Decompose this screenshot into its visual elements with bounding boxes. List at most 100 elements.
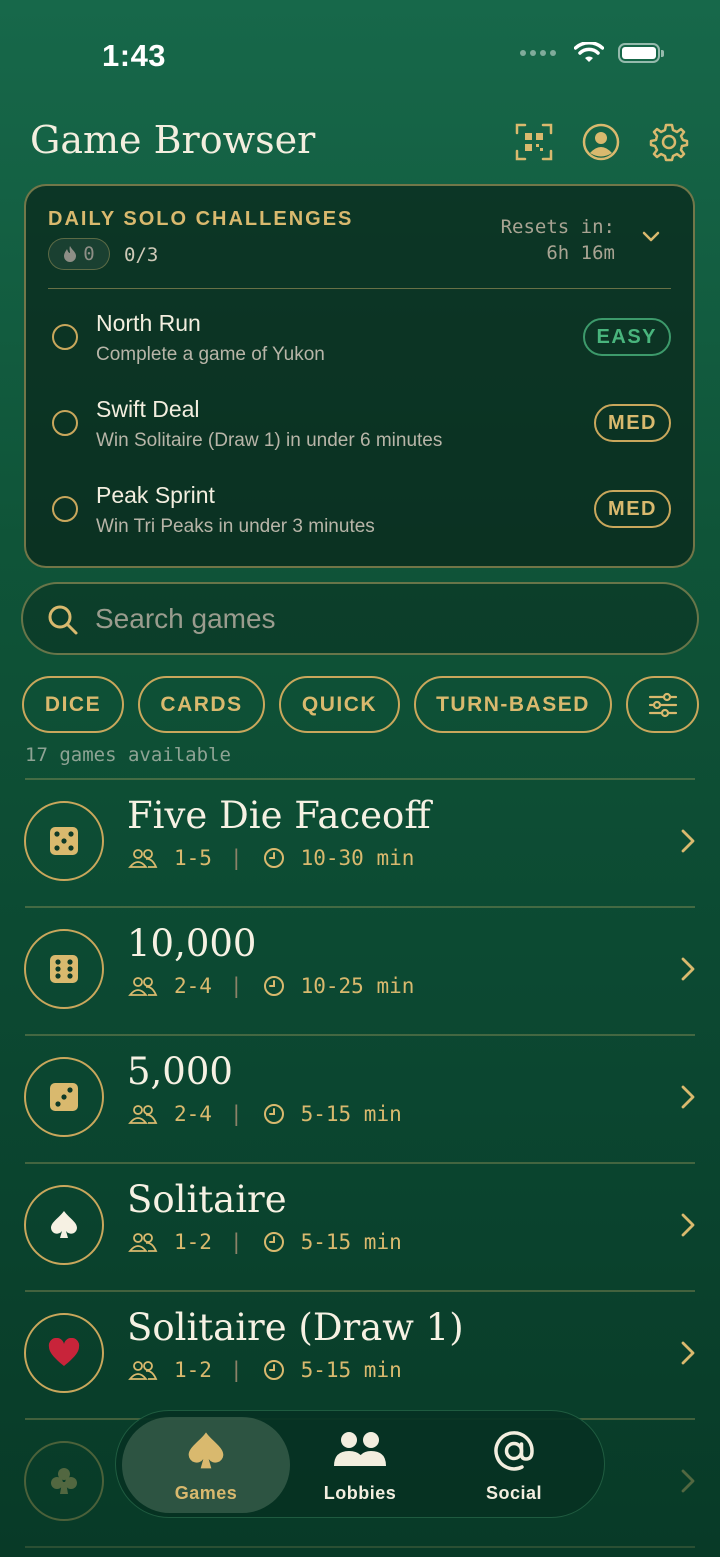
game-meta: 1-2 | 5-15 min (128, 1230, 402, 1254)
game-icon (24, 1057, 104, 1137)
challenge-item[interactable]: North Run Complete a game of Yukon EASY (26, 304, 693, 384)
challenge-checkbox[interactable] (52, 324, 78, 350)
tab-lobbies[interactable]: Lobbies (276, 1417, 444, 1513)
game-row-five-die-faceoff[interactable]: Five Die Faceoff 1-5 | 10-30 min (0, 780, 720, 906)
heart-icon (48, 1338, 80, 1366)
challenge-description: Complete a game of Yukon (96, 344, 325, 365)
clock-icon (263, 1360, 284, 1380)
spade-icon (51, 1211, 77, 1238)
game-icon (24, 1441, 104, 1521)
difficulty-badge: MED (594, 404, 671, 442)
players-icon (128, 977, 158, 996)
chevron-right-icon (681, 1469, 695, 1493)
game-row-solitaire[interactable]: Solitaire 1-2 | 5-15 min (0, 1164, 720, 1290)
resets-label: Resets in: (500, 216, 615, 238)
wifi-icon (574, 42, 604, 62)
game-icon (24, 1313, 104, 1393)
challenge-item[interactable]: Swift Deal Win Solitaire (Draw 1) in und… (26, 390, 693, 470)
battery-icon (618, 43, 664, 63)
challenges-title: DAILY SOLO CHALLENGES (48, 208, 354, 230)
tab-label: Lobbies (323, 1483, 397, 1503)
page-title: Game Browser (30, 118, 316, 162)
streak-count: 0 (83, 243, 95, 265)
dice-three-icon (50, 1083, 78, 1111)
filter-chip-turn-based[interactable]: TURN-BASED (414, 676, 612, 733)
clock-icon (263, 976, 284, 996)
challenge-description: Win Solitaire (Draw 1) in under 6 minute… (96, 430, 443, 451)
players-range: 1-2 (174, 1230, 212, 1254)
tab-games[interactable]: Games (122, 1417, 290, 1513)
spade-icon (188, 1432, 224, 1469)
flame-icon (64, 246, 77, 262)
game-title: 10,000 (127, 922, 257, 965)
players-range: 1-5 (174, 846, 212, 870)
streak-badge: 0 (48, 238, 110, 270)
clock-icon (263, 1104, 284, 1124)
players-icon (128, 849, 158, 868)
game-meta: 2-4 | 5-15 min (128, 1102, 402, 1126)
chevron-down-icon[interactable] (641, 230, 661, 244)
list-divider (25, 1546, 695, 1548)
game-row-5000[interactable]: 5,000 2-4 | 5-15 min (0, 1036, 720, 1162)
challenge-name: North Run (96, 310, 201, 336)
game-icon (24, 801, 104, 881)
game-duration: 10-25 min (300, 974, 415, 998)
clock-icon (263, 1232, 284, 1252)
challenge-name: Peak Sprint (96, 482, 215, 508)
difficulty-badge: EASY (582, 318, 671, 356)
tab-label: Social (485, 1483, 543, 1503)
game-title: 5,000 (127, 1050, 233, 1093)
filter-chip-quick[interactable]: QUICK (279, 676, 400, 733)
game-icon (24, 1185, 104, 1265)
club-icon (51, 1468, 77, 1494)
sliders-icon (648, 692, 677, 717)
filter-chip-dice[interactable]: DICE (22, 676, 124, 733)
challenge-progress: 0/3 (124, 244, 159, 266)
challenge-checkbox[interactable] (52, 496, 78, 522)
resets-timer: Resets in: 6h 16m (501, 214, 615, 266)
challenge-name: Swift Deal (96, 396, 200, 422)
players-range: 2-4 (174, 974, 212, 998)
game-title: Solitaire (Draw 1) (127, 1306, 464, 1349)
qr-scan-icon[interactable] (514, 122, 554, 162)
game-row-solitaire-draw-1[interactable]: Solitaire (Draw 1) 1-2 | 5-15 min (0, 1292, 720, 1418)
game-title: Five Die Faceoff (127, 794, 431, 837)
dice-six-icon (50, 955, 78, 983)
game-meta: 1-5 | 10-30 min (128, 846, 414, 870)
difficulty-badge: MED (594, 490, 671, 528)
game-duration: 5-15 min (300, 1102, 402, 1126)
game-meta: 1-2 | 5-15 min (128, 1358, 402, 1382)
daily-challenges-card: DAILY SOLO CHALLENGES 0 0/3 Resets in: 6… (24, 184, 695, 568)
challenge-description: Win Tri Peaks in under 3 minutes (96, 516, 375, 537)
challenge-checkbox[interactable] (52, 410, 78, 436)
bottom-tab-bar: Games Lobbies Social (115, 1410, 605, 1518)
signal-dots-icon (520, 50, 556, 56)
players-icon (128, 1361, 158, 1380)
game-meta: 2-4 | 10-25 min (128, 974, 414, 998)
settings-gear-icon[interactable] (649, 122, 689, 162)
challenge-item[interactable]: Peak Sprint Win Tri Peaks in under 3 min… (26, 476, 693, 556)
players-range: 2-4 (174, 1102, 212, 1126)
chevron-right-icon (681, 1085, 695, 1109)
filter-chip-cards[interactable]: CARDS (138, 676, 265, 733)
game-row-10000[interactable]: 10,000 2-4 | 10-25 min (0, 908, 720, 1034)
game-duration: 10-30 min (300, 846, 415, 870)
players-icon (128, 1233, 158, 1252)
chevron-right-icon (681, 1341, 695, 1365)
players-icon (128, 1105, 158, 1124)
search-icon (48, 605, 78, 635)
search-input[interactable]: Search games (21, 582, 699, 655)
game-icon (24, 929, 104, 1009)
chevron-right-icon (681, 957, 695, 981)
tab-social[interactable]: Social (430, 1417, 598, 1513)
games-count: 17 games available (25, 744, 231, 766)
search-placeholder: Search games (95, 603, 276, 634)
challenges-divider (48, 288, 671, 289)
status-icons (520, 42, 664, 64)
chevron-right-icon (681, 829, 695, 853)
game-duration: 5-15 min (300, 1230, 402, 1254)
chevron-right-icon (681, 1213, 695, 1237)
filter-settings-button[interactable] (626, 676, 699, 733)
profile-icon[interactable] (581, 122, 621, 162)
clock-icon (263, 848, 284, 868)
